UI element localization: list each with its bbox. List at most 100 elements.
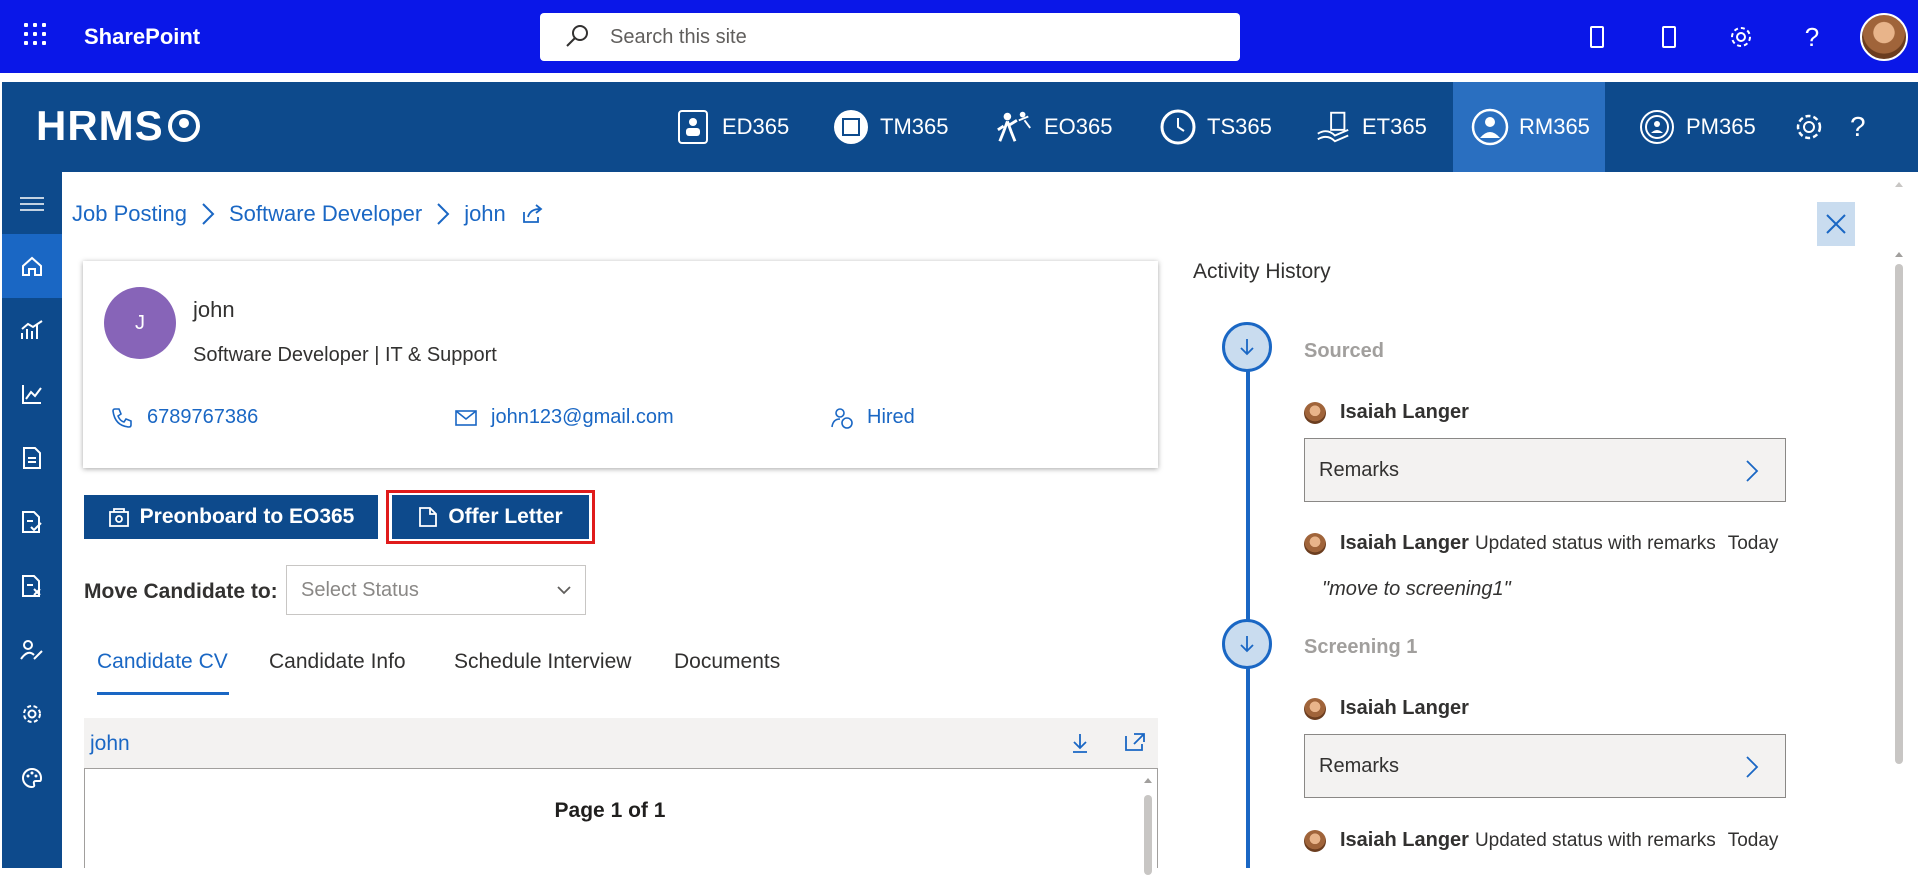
sharepoint-suite-bar: SharePoint Search this site ? [0, 0, 1918, 73]
document-check-icon[interactable] [2, 490, 62, 554]
module-rm365[interactable]: RM365 [1453, 82, 1605, 172]
module-tm365[interactable]: TM365 [832, 82, 948, 172]
user-avatar [1304, 829, 1326, 852]
arrow-down-icon [1240, 636, 1254, 653]
tab-schedule-interview[interactable]: Schedule Interview [454, 650, 631, 674]
settings-icon[interactable] [2, 682, 62, 746]
arrow-down-icon [1240, 339, 1254, 356]
candidate-avatar: J [104, 287, 176, 359]
device-icon[interactable] [1654, 22, 1684, 52]
page-indicator: Page 1 of 1 [554, 799, 666, 822]
user-avatar [1304, 532, 1326, 555]
download-icon[interactable] [1070, 732, 1090, 754]
activity-remark-quote: "move to screening1" [1322, 578, 1511, 600]
trend-chart-icon[interactable] [2, 362, 62, 426]
activity-entry: Isaiah Langer Updated status with remark… [1304, 829, 1778, 852]
module-ed365[interactable]: ED365 [674, 82, 789, 172]
remarks-expander[interactable]: Remarks [1304, 438, 1786, 502]
candidate-role: Software Developer | IT & Support [193, 344, 497, 366]
device-icon[interactable] [1582, 22, 1612, 52]
candidate-phone[interactable]: 6789767386 [111, 406, 258, 429]
tab-candidate-cv[interactable]: Candidate CV [97, 650, 228, 674]
person-status-icon [831, 407, 853, 429]
onboarding-icon [996, 108, 1034, 146]
hamburger-icon[interactable] [2, 172, 62, 236]
open-external-icon[interactable] [1124, 732, 1146, 752]
breadcrumb: Job Posting Software Developer john [72, 201, 544, 227]
user-avatar[interactable] [1860, 13, 1908, 61]
timesheet-icon [1159, 108, 1197, 146]
offer-letter-button[interactable]: Offer Letter [392, 495, 589, 539]
candidate-card: J john Software Developer | IT & Support… [83, 261, 1158, 468]
breadcrumb-job-posting[interactable]: Job Posting [72, 201, 187, 227]
candidate-email[interactable]: john123@gmail.com [455, 406, 674, 429]
share-icon[interactable] [522, 204, 544, 224]
panel-scrollbar[interactable] [1890, 178, 1908, 868]
hrms-settings-icon[interactable] [1794, 82, 1824, 172]
timeline-node [1222, 619, 1272, 669]
tab-documents[interactable]: Documents [674, 650, 780, 674]
module-et365[interactable]: ET365 [1314, 82, 1427, 172]
chevron-right-icon [1746, 756, 1759, 778]
mail-icon [455, 409, 477, 426]
status-dropdown[interactable]: Select Status [286, 565, 586, 615]
preonboard-button[interactable]: Preonboard to EO365 [84, 495, 378, 539]
activity-user: Isaiah Langer [1304, 697, 1469, 720]
close-icon [1826, 214, 1846, 234]
module-pm365[interactable]: PM365 [1638, 82, 1756, 172]
left-nav-rail [2, 172, 62, 868]
activity-user: Isaiah Langer [1304, 401, 1469, 424]
document-icon[interactable] [2, 426, 62, 490]
active-tab-indicator [97, 692, 229, 695]
module-ts365[interactable]: TS365 [1159, 82, 1272, 172]
chevron-right-icon [202, 203, 215, 225]
user-avatar [1304, 697, 1326, 720]
chevron-right-icon [437, 203, 450, 225]
search-placeholder: Search this site [610, 25, 747, 48]
chevron-down-icon [557, 586, 571, 595]
phone-icon [112, 407, 132, 428]
cv-file-name: john [90, 732, 130, 755]
user-avatar [1304, 401, 1326, 424]
hrms-header: HRMS ED365 TM365 EO365 TS365 ET365 RM365 [2, 82, 1918, 172]
module-eo365[interactable]: EO365 [996, 82, 1113, 172]
close-button[interactable] [1817, 202, 1855, 246]
help-icon[interactable]: ? [1797, 22, 1827, 52]
palette-icon[interactable] [2, 746, 62, 810]
hrms-logo[interactable]: HRMS [36, 102, 200, 150]
breadcrumb-software-developer[interactable]: Software Developer [229, 201, 422, 227]
cv-scrollbar[interactable] [1143, 773, 1153, 875]
tab-candidate-info[interactable]: Candidate Info [269, 650, 406, 674]
user-edit-icon[interactable] [2, 618, 62, 682]
move-candidate-label: Move Candidate to: [84, 580, 278, 603]
home-icon[interactable] [2, 234, 62, 298]
cv-viewer-header: john [84, 718, 1158, 768]
document-remove-icon[interactable] [2, 554, 62, 618]
hrms-help-icon[interactable]: ? [1850, 82, 1866, 172]
remarks-expander[interactable]: Remarks [1304, 734, 1786, 798]
gear-icon[interactable] [1726, 22, 1756, 52]
activity-entry: Isaiah Langer Updated status with remark… [1304, 532, 1778, 555]
preonboard-icon [108, 508, 129, 527]
activity-history-title: Activity History [1193, 260, 1331, 283]
search-box[interactable]: Search this site [540, 13, 1240, 61]
stage-screening-1: Screening 1 [1304, 636, 1418, 658]
timeline-line [1246, 350, 1250, 868]
stage-sourced: Sourced [1304, 340, 1385, 362]
breadcrumb-john[interactable]: john [464, 201, 506, 227]
document-icon [419, 507, 438, 527]
chevron-right-icon [1746, 460, 1759, 482]
candidate-name: john [193, 297, 235, 322]
cv-document-viewer[interactable]: Page 1 of 1 [84, 768, 1158, 875]
performance-icon [1638, 108, 1676, 146]
task-manager-icon [832, 108, 870, 146]
timeline-node [1222, 322, 1272, 372]
app-launcher-icon[interactable] [22, 21, 48, 47]
recruitment-icon [1471, 108, 1509, 146]
sharepoint-title[interactable]: SharePoint [84, 24, 200, 50]
employee-directory-icon [674, 108, 712, 146]
expense-icon [1314, 108, 1352, 146]
candidate-status: Hired [831, 406, 915, 429]
search-icon [566, 25, 588, 47]
analytics-icon[interactable] [2, 298, 62, 362]
